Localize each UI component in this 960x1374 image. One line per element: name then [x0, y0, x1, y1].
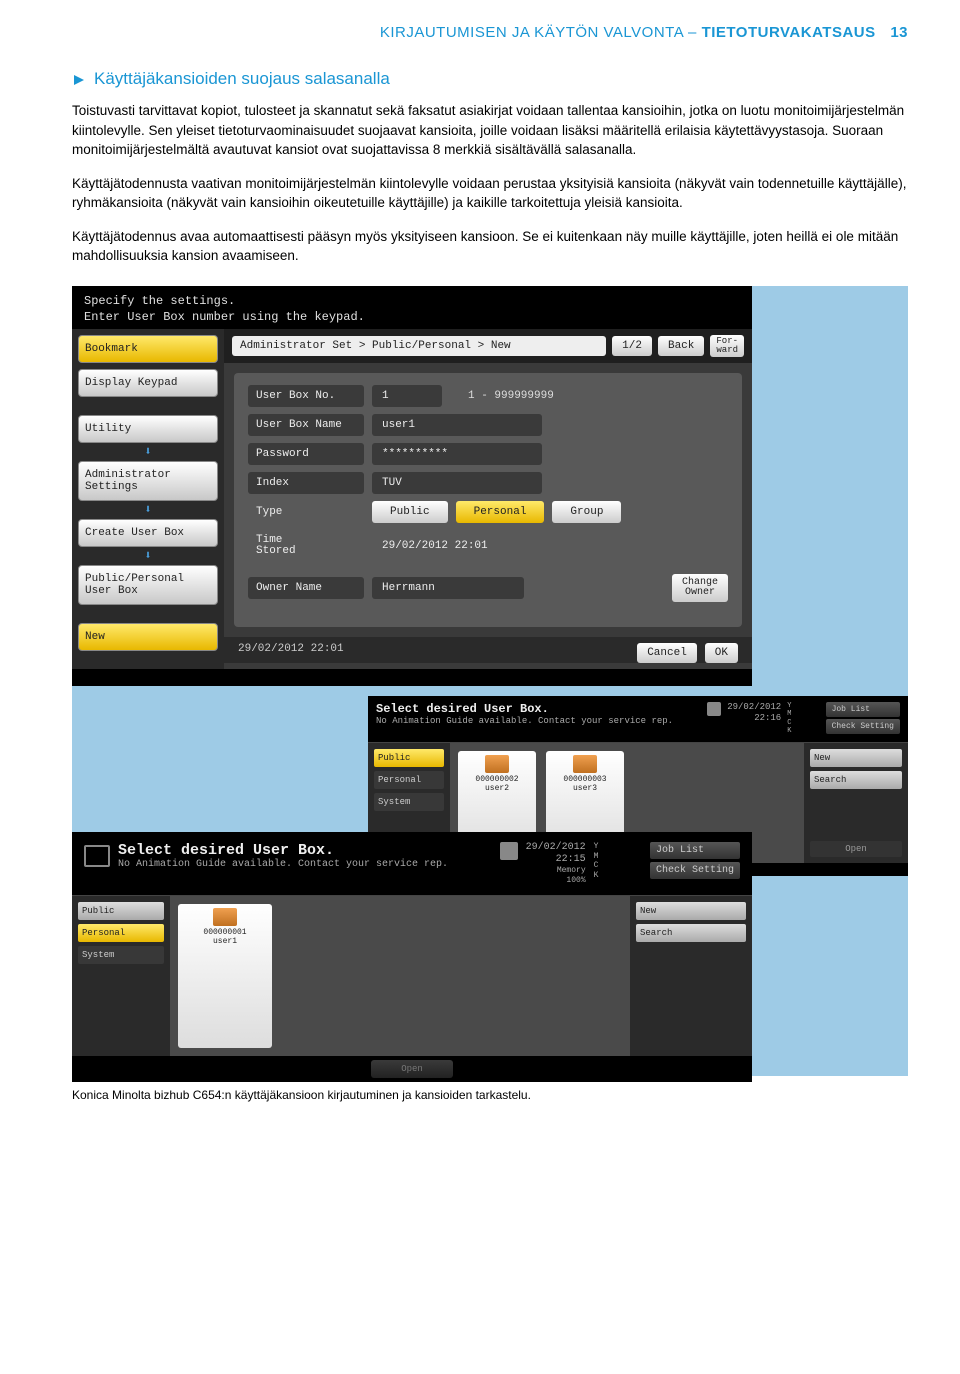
figure-caption: Konica Minolta bizhub C654:n käyttäjäkan…	[72, 1088, 908, 1102]
breadcrumb: Administrator Set > Public/Personal > Ne…	[232, 336, 606, 356]
new-button[interactable]: New	[636, 902, 746, 920]
arrow-down-icon: ⬇	[78, 507, 218, 513]
user-box-item[interactable]: 000000001 user1	[178, 904, 272, 1048]
screenshot-container: Specify the settings. Enter User Box num…	[72, 286, 908, 1076]
page-number: 13	[890, 24, 908, 41]
lock-icon	[84, 845, 110, 867]
folder-icon	[213, 908, 237, 926]
header-text: KIRJAUTUMISEN JA KÄYTÖN VALVONTA –	[380, 24, 702, 41]
check-setting-button[interactable]: Check Setting	[650, 862, 740, 879]
page-header: KIRJAUTUMISEN JA KÄYTÖN VALVONTA – TIETO…	[72, 24, 908, 41]
index-label: Index	[248, 472, 364, 494]
section-title: Käyttäjäkansioiden suojaus salasanalla	[94, 69, 390, 89]
section-heading: Käyttäjäkansioiden suojaus salasanalla	[72, 69, 908, 89]
folder-icon	[485, 755, 509, 773]
box-id: 000000003	[550, 775, 620, 784]
forward-button[interactable]: For- ward	[710, 335, 744, 357]
owner-name-value[interactable]: Herrmann	[372, 577, 524, 599]
password-value[interactable]: **********	[372, 443, 542, 465]
panel-title: Select desired User Box.	[376, 702, 673, 716]
cmyk-indicator: Y M C K	[594, 842, 599, 880]
type-label: Type	[248, 501, 364, 523]
box-name: user2	[462, 784, 532, 793]
bullet-icon	[72, 72, 86, 86]
datetime: 29/02/2012 22:15	[526, 842, 586, 866]
type-group-button[interactable]: Group	[552, 501, 621, 523]
tab-system[interactable]: System	[374, 793, 444, 811]
cmyk-indicator: Y M C K	[787, 702, 791, 736]
create-user-box-button[interactable]: Create User Box	[78, 519, 218, 547]
ok-button[interactable]: OK	[705, 643, 738, 663]
user-box-no-label: User Box No.	[248, 385, 364, 407]
job-list-button[interactable]: Job List	[826, 702, 900, 717]
panel-subtitle: No Animation Guide available. Contact yo…	[376, 716, 673, 726]
screenshot-box-settings: Specify the settings. Enter User Box num…	[72, 286, 752, 686]
page-indicator: 1/2	[612, 336, 652, 356]
arrow-down-icon: ⬇	[78, 449, 218, 455]
check-setting-button[interactable]: Check Setting	[826, 719, 900, 734]
admin-settings-button[interactable]: Administrator Settings	[78, 461, 218, 501]
time-stored-value: 29/02/2012 22:01	[372, 535, 592, 557]
user-box-name-label: User Box Name	[248, 414, 364, 436]
type-personal-button[interactable]: Personal	[456, 501, 545, 523]
type-public-button[interactable]: Public	[372, 501, 448, 523]
screenshot-select-box-personal: Select desired User Box. No Animation Gu…	[72, 832, 752, 1076]
change-owner-button[interactable]: Change Owner	[672, 574, 728, 602]
tab-personal[interactable]: Personal	[374, 771, 444, 789]
folder-icon	[573, 755, 597, 773]
instruction-line2: Enter User Box number using the keypad.	[84, 310, 740, 326]
info-icon[interactable]	[500, 842, 518, 860]
user-box-no-value[interactable]: 1	[372, 385, 442, 407]
user-box-name-value[interactable]: user1	[372, 414, 542, 436]
public-personal-button[interactable]: Public/Personal User Box	[78, 565, 218, 605]
arrow-down-icon: ⬇	[78, 553, 218, 559]
back-button[interactable]: Back	[658, 336, 704, 356]
timestamp: 29/02/2012 22:01	[238, 643, 344, 663]
cancel-button[interactable]: Cancel	[637, 643, 697, 663]
panel-title: Select desired User Box.	[118, 842, 448, 859]
paragraph-1: Toistuvasti tarvittavat kopiot, tulostee…	[72, 101, 908, 160]
password-label: Password	[248, 443, 364, 465]
box-name: user3	[550, 784, 620, 793]
box-id: 000000001	[182, 928, 268, 937]
owner-name-label: Owner Name	[248, 577, 364, 599]
tab-public[interactable]: Public	[78, 902, 164, 920]
time-stored-label: Time Stored	[248, 530, 364, 562]
index-value[interactable]: TUV	[372, 472, 542, 494]
new-button[interactable]: New	[78, 623, 218, 651]
paragraph-3: Käyttäjätodennus avaa automaattisesti pä…	[72, 227, 908, 266]
search-button[interactable]: Search	[810, 771, 902, 789]
instruction-line1: Specify the settings.	[84, 294, 740, 310]
paragraph-2: Käyttäjätodennusta vaativan monitoimijär…	[72, 174, 908, 213]
display-keypad-button[interactable]: Display Keypad	[78, 369, 218, 397]
open-button[interactable]: Open	[810, 841, 902, 857]
new-button[interactable]: New	[810, 749, 902, 767]
utility-button[interactable]: Utility	[78, 415, 218, 443]
memory-indicator: Memory 100%	[526, 866, 586, 885]
header-bold: TIETOTURVAKATSAUS	[702, 24, 876, 41]
panel-subtitle: No Animation Guide available. Contact yo…	[118, 859, 448, 870]
tab-personal[interactable]: Personal	[78, 924, 164, 942]
bookmark-button[interactable]: Bookmark	[78, 335, 218, 363]
job-list-button[interactable]: Job List	[650, 842, 740, 859]
box-name: user1	[182, 937, 268, 946]
tab-system[interactable]: System	[78, 946, 164, 964]
search-button[interactable]: Search	[636, 924, 746, 942]
tab-public[interactable]: Public	[374, 749, 444, 767]
info-icon[interactable]	[707, 702, 721, 716]
datetime: 29/02/2012 22:16	[727, 702, 781, 724]
box-id: 000000002	[462, 775, 532, 784]
user-box-no-range: 1 - 999999999	[468, 390, 554, 402]
open-button[interactable]: Open	[371, 1060, 453, 1078]
